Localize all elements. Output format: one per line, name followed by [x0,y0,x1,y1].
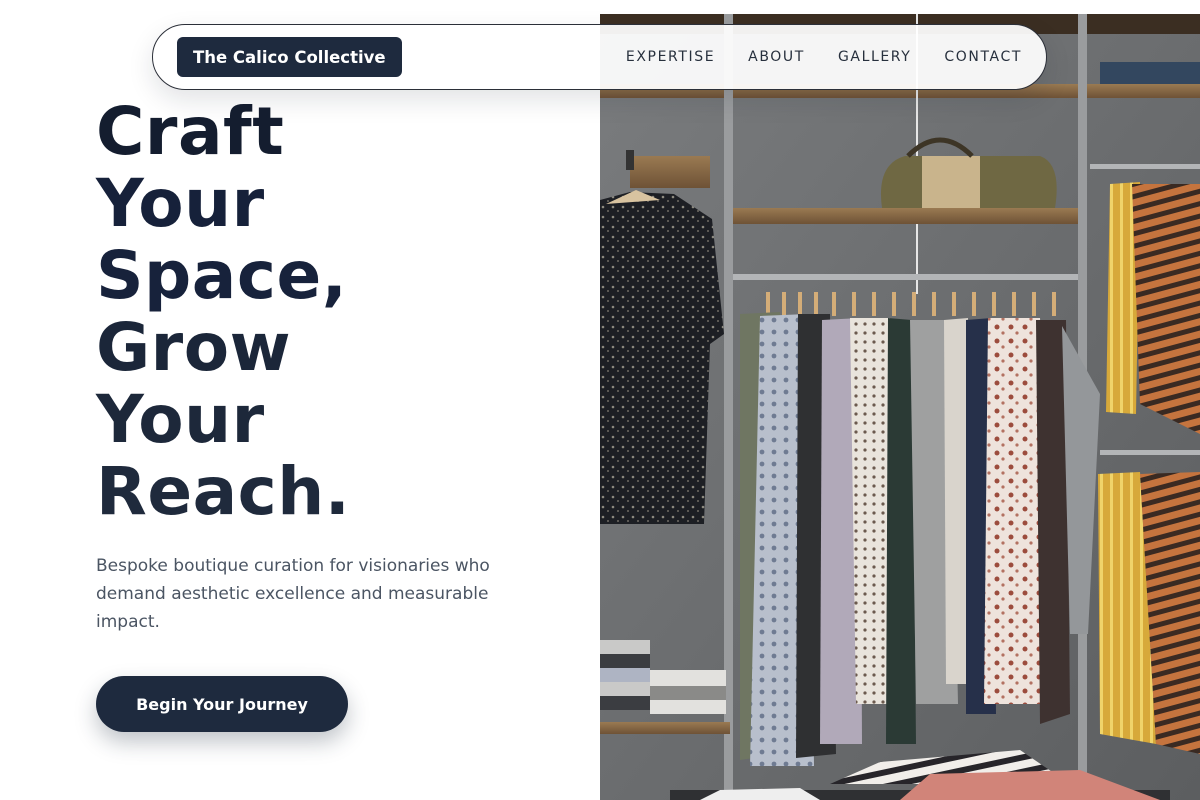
nav-link-expertise[interactable]: EXPERTISE [626,49,715,65]
begin-journey-button[interactable]: Begin Your Journey [96,676,348,732]
headline-line: Grow [96,309,292,386]
headline-line: Your [96,165,265,242]
headline-line: Your [96,381,265,458]
nav-link-gallery[interactable]: GALLERY [838,49,911,65]
headline-line: Reach. [96,453,351,530]
hero-photo [600,14,1200,800]
hero-subtitle: Bespoke boutique curation for visionarie… [96,556,490,632]
nav-link-contact[interactable]: CONTACT [944,49,1022,65]
top-navigation: The Calico Collective EXPERTISE ABOUT GA… [152,24,1047,90]
hero-headline: Craft Your Space, Grow Your Reach. [96,96,576,528]
headline-line: Space, [96,237,348,314]
nav-link-about[interactable]: ABOUT [748,49,805,65]
headline-line: Craft [96,93,285,170]
nav-links: EXPERTISE ABOUT GALLERY CONTACT [626,49,1022,65]
boutique-clothing-rack-image [600,14,1200,800]
brand-logo-button[interactable]: The Calico Collective [177,37,402,77]
